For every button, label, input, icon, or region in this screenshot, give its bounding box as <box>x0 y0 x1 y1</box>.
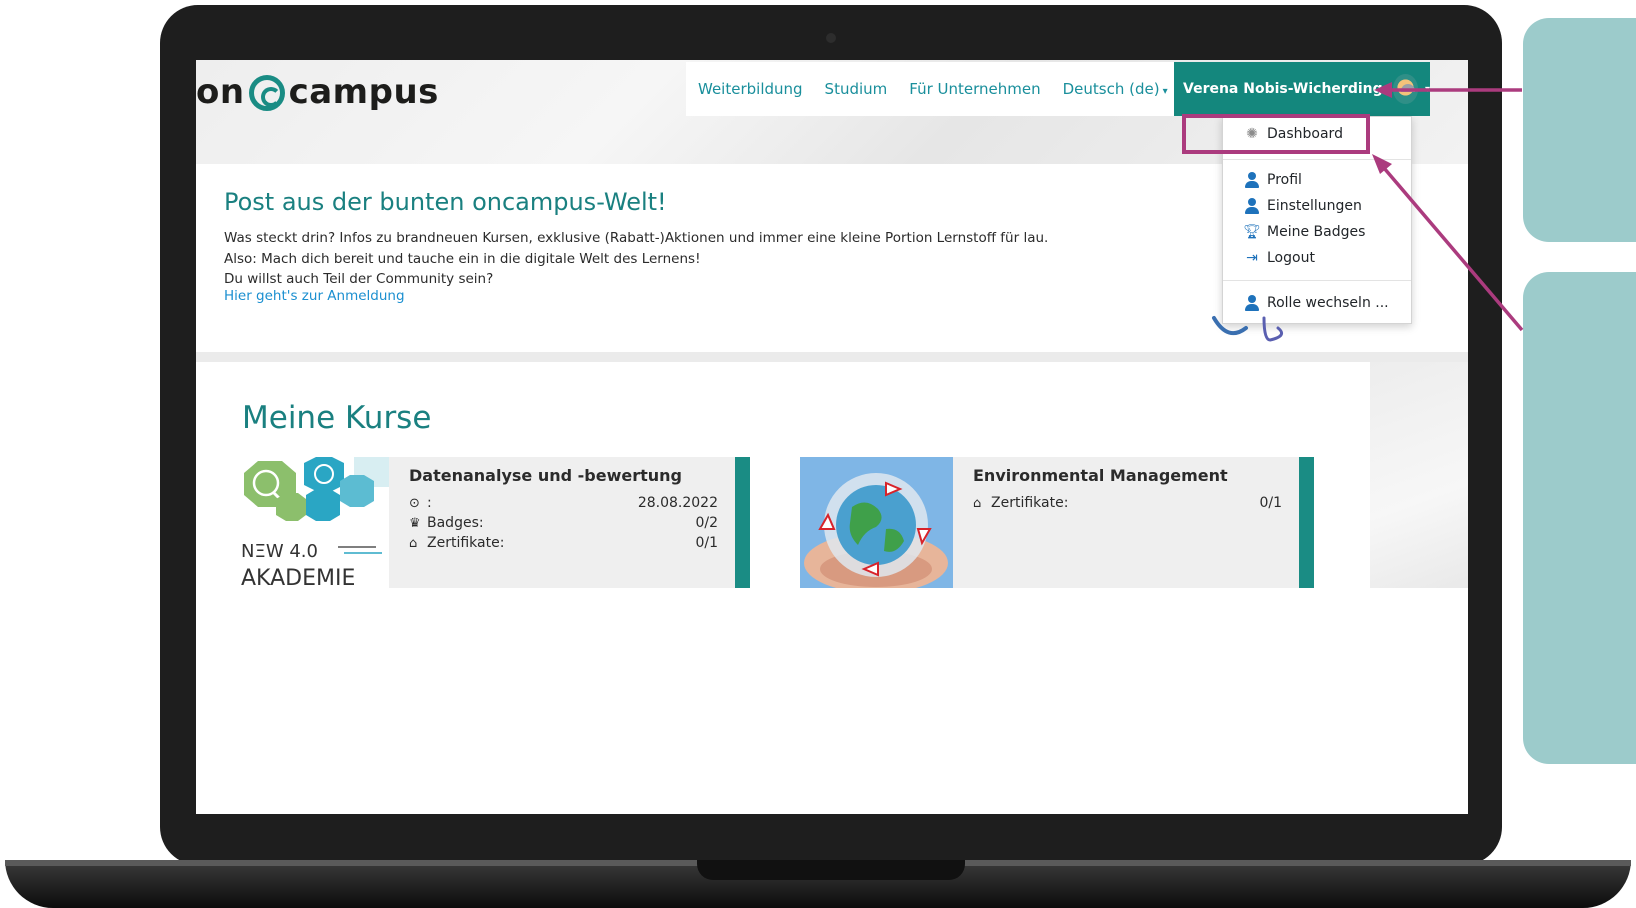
newsletter-line: Also: Mach dich bereit und tauche ein in… <box>224 250 701 267</box>
menu-item-logout[interactable]: ⇥ Logout <box>1223 245 1411 271</box>
course-row-zertifikate: ⌂ Zertifikate: <box>409 535 504 551</box>
newsletter-line: Du willst auch Teil der Community sein? <box>224 271 494 287</box>
graduation-cap-icon: ⌂ <box>409 535 418 551</box>
course-row-value: 0/1 <box>1259 495 1282 511</box>
course-row-deadline: ⊙ : <box>409 495 432 511</box>
course-row-value: 28.08.2022 <box>637 495 718 511</box>
trophy-icon: 🏆︎ <box>1243 224 1261 240</box>
language-label: Deutsch (de) <box>1062 80 1160 98</box>
course-accent-bar <box>1299 457 1314 588</box>
chevron-down-icon: ▾ <box>1162 86 1168 97</box>
svg-text:NΞW 4.0: NΞW 4.0 <box>241 541 318 562</box>
logout-icon: ⇥ <box>1246 250 1258 266</box>
menu-label: Meine Badges <box>1267 224 1366 240</box>
logo-prefix: on <box>196 72 245 112</box>
language-selector[interactable]: Deutsch (de) ▾ <box>1063 80 1168 98</box>
callout-panel-top <box>1523 18 1636 242</box>
decorative-shapes <box>1212 316 1284 342</box>
menu-label: Profil <box>1267 172 1302 188</box>
laptop-notch <box>697 860 965 880</box>
my-courses-title: Meine Kurse <box>242 400 432 436</box>
menu-label: Logout <box>1267 250 1315 266</box>
course-row-badges: ♛ Badges: <box>409 515 484 531</box>
menu-divider <box>1223 159 1411 160</box>
oncampus-logo[interactable]: on campus <box>196 70 439 114</box>
menu-label: Einstellungen <box>1267 198 1362 214</box>
course-row-value: 0/2 <box>695 515 718 531</box>
avatar <box>1392 74 1418 104</box>
menu-item-einstellungen[interactable]: Einstellungen <box>1223 193 1411 219</box>
course-row-value: 0/1 <box>695 535 718 551</box>
user-name: Verena Nobis-Wicherding <box>1183 81 1383 97</box>
newsletter-signup-link[interactable]: Hier geht's zur Anmeldung <box>224 288 405 304</box>
course-row-label: Badges: <box>427 515 484 531</box>
course-title: Datenanalyse und -bewertung <box>409 466 682 485</box>
chevron-down-icon: ▾ <box>1424 83 1430 95</box>
newsletter-title: Post aus der bunten oncampus-Welt! <box>224 188 667 216</box>
section-divider <box>196 352 1468 362</box>
new40-akademie-thumbnail: NΞW 4.0 AKADEMIE <box>236 457 389 588</box>
course-row-zertifikate: ⌂ Zertifikate: <box>973 495 1068 511</box>
user-menu-toggle[interactable]: Verena Nobis-Wicherding ▾ <box>1174 62 1430 116</box>
course-accent-bar <box>735 457 750 588</box>
course-thumbnail: NΞW 4.0 AKADEMIE <box>236 457 389 588</box>
callout-panel-bottom <box>1523 272 1636 764</box>
menu-item-meine-badges[interactable]: 🏆︎ Meine Badges <box>1223 219 1411 245</box>
newsletter-text: Was steckt drin? Infos zu brandneuen Kur… <box>224 228 1048 290</box>
course-title: Environmental Management <box>973 466 1228 485</box>
course-row-label: : <box>427 495 432 511</box>
graduation-cap-icon: ⌂ <box>973 495 982 511</box>
menu-divider <box>1223 280 1411 281</box>
nav-studium[interactable]: Studium <box>825 80 888 98</box>
course-row-label: Zertifikate: <box>427 535 505 551</box>
course-thumbnail <box>800 457 953 588</box>
newsletter-line: Was steckt drin? Infos zu brandneuen Kur… <box>224 230 1049 246</box>
nav-fuer-unternehmen[interactable]: Für Unternehmen <box>909 80 1040 98</box>
trophy-icon: ♛ <box>409 515 421 531</box>
clock-icon: ⊙ <box>409 495 420 511</box>
background-pattern <box>1370 362 1468 588</box>
logo-ring-icon <box>248 75 285 111</box>
browser-screen: on campus Weiterbildung Studium Für Unte… <box>196 60 1468 814</box>
svg-text:AKADEMIE: AKADEMIE <box>241 566 355 588</box>
course-card-datenanalyse[interactable]: NΞW 4.0 AKADEMIE Datenanalyse und -bewer… <box>236 457 750 588</box>
course-card-environmental-management[interactable]: Environmental Management ⌂ Zertifikate: … <box>800 457 1314 588</box>
logo-suffix: campus <box>288 72 439 112</box>
laptop-camera <box>826 33 836 43</box>
nav-weiterbildung[interactable]: Weiterbildung <box>698 80 803 98</box>
dashboard-highlight-box <box>1182 114 1370 154</box>
menu-item-profil[interactable]: Profil <box>1223 167 1411 193</box>
user-icon <box>1243 197 1261 215</box>
user-icon <box>1243 171 1261 189</box>
globe-hands-thumbnail <box>800 457 953 588</box>
course-row-label: Zertifikate: <box>991 495 1069 511</box>
